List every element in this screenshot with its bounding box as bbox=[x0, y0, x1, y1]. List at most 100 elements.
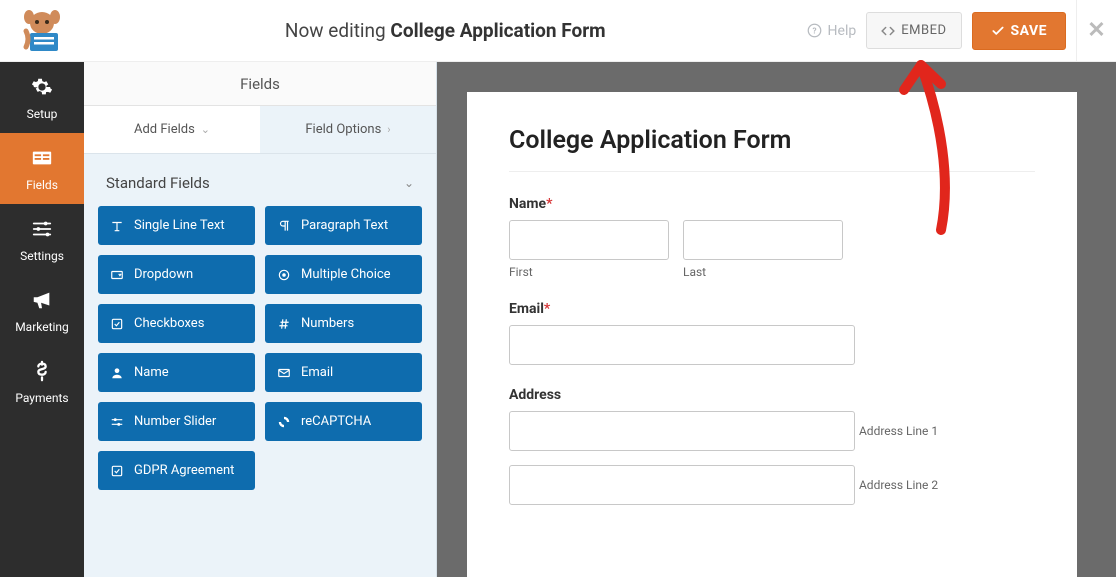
group-standard-fields[interactable]: Standard Fields ⌄ bbox=[84, 154, 436, 206]
address-line2-sublabel: Address Line 2 bbox=[859, 478, 938, 492]
nav-setup-label: Setup bbox=[27, 107, 58, 121]
save-button[interactable]: SAVE bbox=[972, 12, 1067, 50]
tab-add-label: Add Fields bbox=[134, 122, 195, 137]
radio-icon bbox=[277, 268, 291, 282]
wpforms-logo-icon bbox=[18, 9, 66, 53]
gear-icon bbox=[0, 76, 84, 101]
form-name: College Application Form bbox=[390, 19, 605, 42]
panel-header: Fields bbox=[84, 62, 436, 106]
email-label-text: Email bbox=[509, 301, 544, 317]
side-nav: Setup Fields Settings Marketing Payments bbox=[0, 62, 84, 577]
field-label: Dropdown bbox=[134, 267, 193, 282]
nav-marketing[interactable]: Marketing bbox=[0, 275, 84, 346]
panel-tabs: Add Fields ⌄ Field Options › bbox=[84, 106, 436, 154]
user-icon bbox=[110, 366, 124, 380]
tab-options-label: Field Options bbox=[305, 122, 381, 137]
help-icon: ? bbox=[807, 23, 822, 38]
fields-panel: Fields Add Fields ⌄ Field Options › Stan… bbox=[84, 62, 437, 577]
chevron-down-icon: ⌄ bbox=[201, 123, 210, 136]
code-icon bbox=[881, 24, 895, 38]
field-single-line-text[interactable]: Single Line Text bbox=[98, 206, 255, 245]
embed-button[interactable]: EMBED bbox=[866, 12, 961, 49]
field-multiple-choice[interactable]: Multiple Choice bbox=[265, 255, 422, 294]
form-icon bbox=[0, 147, 84, 172]
field-checkboxes[interactable]: Checkboxes bbox=[98, 304, 255, 343]
app-logo bbox=[0, 9, 84, 53]
field-label: Single Line Text bbox=[134, 218, 225, 233]
hash-icon bbox=[277, 317, 291, 331]
field-address-wrap[interactable]: Address Address Line 1 Address Line 2 bbox=[509, 387, 1035, 509]
close-button[interactable]: ✕ bbox=[1076, 0, 1116, 61]
chevron-right-icon: › bbox=[387, 123, 390, 136]
sliders-icon bbox=[0, 218, 84, 243]
field-gdpr[interactable]: GDPR Agreement bbox=[98, 451, 255, 490]
recaptcha-icon bbox=[277, 415, 291, 429]
save-label: SAVE bbox=[1011, 23, 1048, 39]
address-line1-sublabel: Address Line 1 bbox=[859, 424, 938, 438]
form-preview-area: College Application Form Name* First Las… bbox=[437, 62, 1116, 577]
address-line2-input[interactable] bbox=[509, 465, 855, 505]
checkbox-icon bbox=[110, 464, 124, 478]
editing-title: Now editing College Application Form bbox=[84, 19, 807, 42]
nav-settings[interactable]: Settings bbox=[0, 204, 84, 275]
nav-setup[interactable]: Setup bbox=[0, 62, 84, 133]
text-icon bbox=[110, 219, 124, 233]
last-sublabel: Last bbox=[683, 265, 843, 279]
form-title: College Application Form bbox=[509, 126, 1035, 172]
dollar-icon bbox=[0, 360, 84, 385]
tab-field-options[interactable]: Field Options › bbox=[260, 106, 436, 153]
help-link[interactable]: ? Help bbox=[807, 23, 857, 39]
field-name-wrap[interactable]: Name* First Last bbox=[509, 196, 1035, 279]
checkbox-icon bbox=[110, 317, 124, 331]
name-label: Name* bbox=[509, 196, 1035, 212]
dropdown-icon bbox=[110, 268, 124, 282]
editing-prefix: Now editing bbox=[285, 19, 391, 42]
field-label: Checkboxes bbox=[134, 316, 204, 331]
nav-fields-label: Fields bbox=[26, 178, 58, 192]
field-label: reCAPTCHA bbox=[301, 414, 371, 429]
paragraph-icon bbox=[277, 219, 291, 233]
email-input[interactable] bbox=[509, 325, 855, 365]
nav-payments[interactable]: Payments bbox=[0, 346, 84, 417]
field-label: Name bbox=[134, 365, 169, 380]
first-name-input[interactable] bbox=[509, 220, 669, 260]
nav-settings-label: Settings bbox=[20, 249, 64, 263]
field-recaptcha[interactable]: reCAPTCHA bbox=[265, 402, 422, 441]
top-actions: ? Help EMBED SAVE bbox=[807, 12, 1076, 50]
field-paragraph-text[interactable]: Paragraph Text bbox=[265, 206, 422, 245]
field-label: Number Slider bbox=[134, 414, 216, 429]
required-asterisk: * bbox=[544, 301, 550, 317]
field-label: GDPR Agreement bbox=[134, 463, 234, 478]
field-numbers[interactable]: Numbers bbox=[265, 304, 422, 343]
last-name-input[interactable] bbox=[683, 220, 843, 260]
nav-marketing-label: Marketing bbox=[15, 320, 69, 334]
address-label: Address bbox=[509, 387, 1035, 403]
name-label-text: Name bbox=[509, 196, 546, 212]
field-label: Multiple Choice bbox=[301, 267, 391, 282]
email-icon bbox=[277, 366, 291, 380]
field-button-grid: Single Line Text Paragraph Text Dropdown… bbox=[84, 206, 436, 510]
email-label: Email* bbox=[509, 301, 1035, 317]
field-dropdown[interactable]: Dropdown bbox=[98, 255, 255, 294]
nav-payments-label: Payments bbox=[15, 391, 68, 405]
form-card: College Application Form Name* First Las… bbox=[467, 92, 1077, 577]
address-line1-input[interactable] bbox=[509, 411, 855, 451]
tab-add-fields[interactable]: Add Fields ⌄ bbox=[84, 106, 260, 153]
nav-fields[interactable]: Fields bbox=[0, 133, 84, 204]
svg-text:?: ? bbox=[812, 26, 816, 36]
field-label: Email bbox=[301, 365, 333, 380]
field-label: Numbers bbox=[301, 316, 354, 331]
top-bar: Now editing College Application Form ? H… bbox=[0, 0, 1116, 62]
close-icon: ✕ bbox=[1087, 18, 1105, 43]
field-email[interactable]: Email bbox=[265, 353, 422, 392]
slider-icon bbox=[110, 415, 124, 429]
bullhorn-icon bbox=[0, 289, 84, 314]
field-number-slider[interactable]: Number Slider bbox=[98, 402, 255, 441]
field-label: Paragraph Text bbox=[301, 218, 388, 233]
group-standard-label: Standard Fields bbox=[106, 174, 210, 192]
field-email-wrap[interactable]: Email* bbox=[509, 301, 1035, 365]
field-name[interactable]: Name bbox=[98, 353, 255, 392]
help-label: Help bbox=[828, 23, 857, 39]
first-sublabel: First bbox=[509, 265, 669, 279]
embed-label: EMBED bbox=[901, 23, 946, 38]
